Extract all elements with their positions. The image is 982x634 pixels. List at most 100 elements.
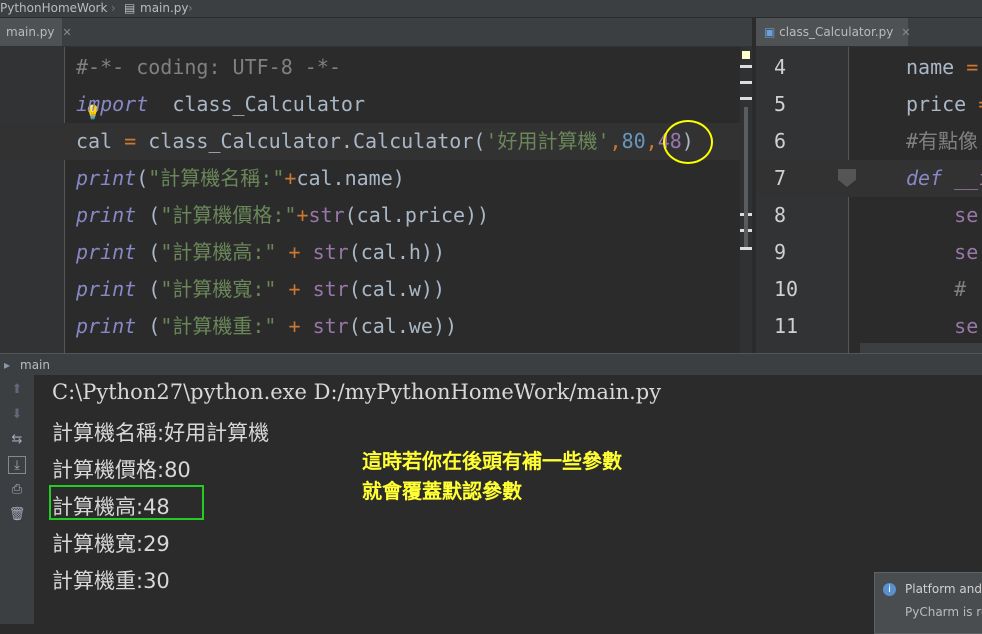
breadcrumb-project[interactable]: PythonHomeWork [0,0,107,17]
code-line[interactable]: print ("計算機高:" + str(cal.h)) [76,234,445,271]
line-number: 11 [774,314,799,338]
code-token: + [296,203,309,227]
line-number: 4 [774,55,787,79]
code-line[interactable]: cal = class_Calculator.Calculator('好用計算機… [76,123,694,160]
code-token: cal.name) [296,166,405,190]
code-token: ( [136,277,161,301]
code-token: + [276,277,313,301]
code-line[interactable]: print("計算機名稱:"+cal.name) [76,160,405,197]
gutter-divider [848,47,849,353]
annotation-line: 就會覆蓋默認參數 [362,479,522,503]
code-line[interactable]: print ("計算機重:" + str(cal.we)) [76,308,457,345]
stripe-mark [740,81,752,84]
highlight-circle [663,120,713,164]
scrollbar-thumb[interactable] [744,107,748,247]
code-token: + [276,314,313,338]
code-token: se [906,203,979,227]
close-icon[interactable]: ✕ [63,26,72,39]
soft-wrap-icon[interactable]: ⇆ [8,431,26,449]
code-token: = [978,92,982,116]
scroll-to-end-icon[interactable]: ⤓ [8,456,26,474]
stripe-mark [740,65,752,68]
code-token: '好用計算機' [485,129,610,153]
code-line[interactable]: print ("計算機寬:" + str(cal.w)) [76,271,445,308]
code-line[interactable]: def __i [906,160,982,197]
code-line[interactable]: import class_Calculator [76,86,365,123]
code-token: print [76,203,137,227]
code-token: + [276,240,313,264]
code-token: def [906,166,943,190]
code-token: "計算機寬:" [160,277,277,301]
line-number: 8 [774,203,787,227]
breadcrumb-separator: › [111,1,116,15]
horizontal-scrollbar[interactable] [860,343,982,353]
line-number: 5 [774,92,787,116]
breadcrumb-file[interactable]: main.py [140,0,189,17]
code-line[interactable]: #有點像 [906,123,978,160]
notification-title: Platform and [905,582,982,596]
notification-balloon[interactable]: i Platform and PyCharm is re [874,572,982,634]
line-number: 9 [774,240,787,264]
code-line[interactable]: se [906,308,978,345]
trash-icon[interactable]: 🗑 [8,506,26,524]
console-output[interactable]: C:\Python27\python.exe D:/myPythonHomeWo… [34,375,982,624]
code-token: str [312,240,349,264]
highlight-box [49,485,204,520]
code-line[interactable]: price = [906,86,982,123]
code-token: cal [76,129,125,153]
run-title[interactable]: main [20,354,50,376]
code-token: #有點像 [906,129,979,153]
notification-body: PyCharm is re [905,605,982,619]
console-line: C:\Python27\python.exe D:/myPythonHomeWo… [52,380,662,404]
line-number: 7 [774,166,787,190]
code-line[interactable]: #-*- coding: UTF-8 -*- [76,49,341,86]
code-token: print [76,277,137,301]
code-token: "計算機價格:" [160,203,297,227]
print-icon[interactable]: ⎙ [8,481,26,499]
code-token: name [906,55,967,79]
console-line: 計算機重:30 [52,569,170,593]
code-line[interactable]: name = [906,49,978,86]
code-token: import [76,92,149,116]
code-token: , [609,129,622,153]
code-token: str [312,314,349,338]
close-icon[interactable]: ✕ [901,26,910,39]
code-token: (cal.price)) [344,203,490,227]
python-file-icon: ▣ [764,25,776,39]
arrow-down-icon[interactable]: ⬇ [8,406,26,424]
code-token: class_Calculator [148,92,365,116]
console-line: 計算機名稱:好用計算機 [52,421,270,445]
code-token: = [124,129,137,153]
code-token: "計算機重:" [160,314,277,338]
code-token: class_Calculator.Calculator( [136,129,486,153]
line-number: 6 [774,129,787,153]
code-token: print [76,166,137,190]
console-line: 計算機價格:80 [52,458,191,482]
code-token: "計算機名稱:" [148,166,285,190]
info-icon: i [883,583,896,596]
code-token: "計算機高:" [160,240,277,264]
tab-main-py[interactable]: main.py ✕ [0,18,72,46]
left-tab-bar: main.py ✕ [0,18,752,47]
code-line[interactable]: # [906,271,978,308]
right-editor[interactable]: 4567891011 name =price =#有點像def __i se s… [756,47,982,353]
stripe-mark [740,247,752,250]
right-tab-bar: ▣ class_Calculator.py ✕ [756,18,982,47]
code-token: ( [136,203,161,227]
code-line[interactable]: se [906,197,978,234]
arrow-up-icon[interactable]: ⬆ [8,381,26,399]
left-editor[interactable]: 💡 #-*- coding: UTF-8 -*- import class_Cal… [0,47,752,353]
code-token: se [906,314,979,338]
code-token: ( [136,166,149,190]
error-stripe [740,47,752,353]
tab-label: main.py [6,25,55,39]
run-toolbar: ⬆ ⬇ ⇆ ⤓ ⎙ 🗑 [0,375,34,624]
run-header: ▸ main [0,353,982,376]
code-line[interactable]: se [906,234,978,271]
code-token: (cal.we)) [348,314,458,338]
code-line[interactable]: print ("計算機價格:"+str(cal.price)) [76,197,489,234]
tab-class-calculator[interactable]: ▣ class_Calculator.py ✕ [756,18,911,46]
code-token: = [966,55,979,79]
code-token: print [76,314,137,338]
code-token: __i [954,166,982,190]
